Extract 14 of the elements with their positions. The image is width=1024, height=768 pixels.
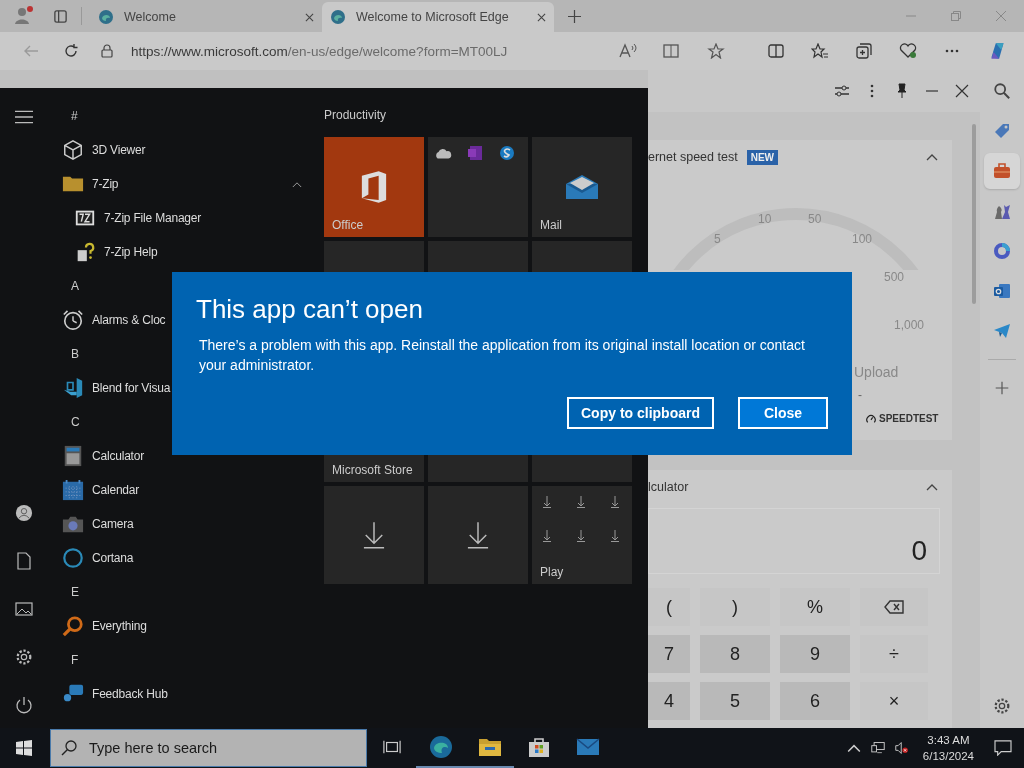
display-value: 0 [911,535,927,567]
gauge-label: 50 [808,212,822,226]
gauge-label: 1,000 [894,318,925,332]
dialog-title: This app can’t open [196,294,424,325]
dialog-message: There’s a problem with this app. Reinstall the application from its original install location or contact your administrator. [198,336,806,375]
card-title: lculator [648,480,689,494]
gauge-label: 100 [852,232,873,246]
group-title: Productivity [324,108,388,124]
upload-label: Upload [854,364,899,380]
upload-value: - [858,388,862,402]
new-badge: NEW [746,149,778,165]
gauge-label: 500 [884,270,905,284]
card-title: ernet speed test [648,150,738,164]
brand-label: SPEEDTEST [879,413,939,424]
